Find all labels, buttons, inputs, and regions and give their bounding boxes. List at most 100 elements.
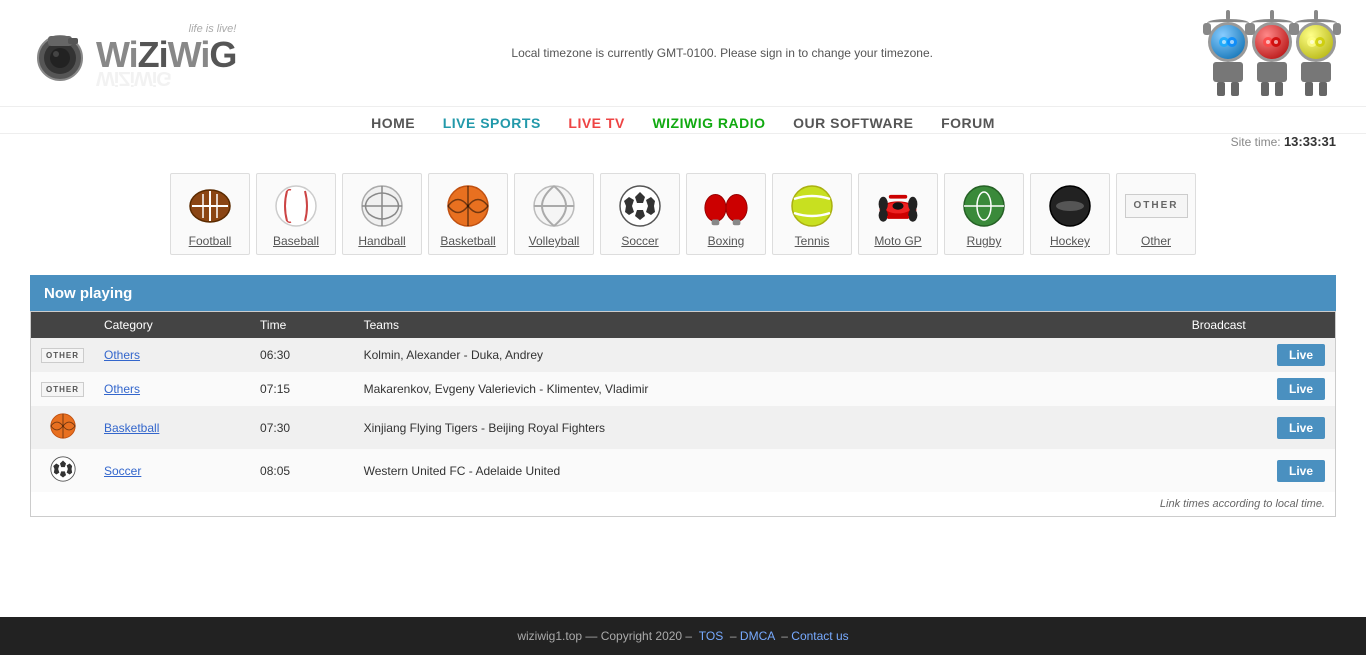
basketball-label[interactable]: Basketball [440,234,495,248]
schedule-footer-note: Link times according to local time. [31,492,1335,516]
robot-leg-right-red [1275,82,1283,96]
row-category[interactable]: Soccer [94,449,250,492]
baseball-label[interactable]: Baseball [273,234,319,248]
nav-forum[interactable]: FORUM [941,115,995,131]
sport-item-volleyball[interactable]: Volleyball [514,173,594,255]
camera-icon [30,23,90,83]
soccer-label[interactable]: Soccer [621,234,658,248]
row-broadcast[interactable]: Live [1182,449,1335,492]
nav-home[interactable]: HOME [371,115,415,131]
hockey-label[interactable]: Hockey [1050,234,1090,248]
sport-item-boxing[interactable]: Boxing [686,173,766,255]
schedule-header-row: Category Time Teams Broadcast [31,312,1335,338]
table-row: Basketball 07:30Xinjiang Flying Tigers - … [31,406,1335,449]
sport-item-motogp[interactable]: Moto GP [858,173,938,255]
football-icon [186,182,234,230]
footer: wiziwig1.top — Copyright 2020 – TOS – DM… [0,617,1366,655]
now-playing-bar: Now playing [30,275,1336,311]
tennis-icon [788,182,836,230]
schedule-tbody: OTHEROthers06:30Kolmin, Alexander - Duka… [31,338,1335,492]
logo-text-area: life is live! WiZiWiG WiZiWiG [96,23,236,83]
sport-item-hockey[interactable]: Hockey [1030,173,1110,255]
site-time-label: Site time: [1231,135,1281,149]
robot-yellow [1296,10,1336,96]
nav-live-sports[interactable]: LIVE SPORTS [443,115,541,131]
now-playing-label: Now playing [30,277,146,310]
tennis-label[interactable]: Tennis [795,234,830,248]
col-broadcast: Broadcast [1182,312,1335,338]
row-category-icon: OTHER [31,372,94,406]
header: life is live! WiZiWiG WiZiWiG Local time… [0,0,1366,106]
nav-our-software[interactable]: OUR SOFTWARE [793,115,913,131]
sport-navigation: Football Baseball Handball [0,153,1366,275]
footer-dmca[interactable]: DMCA [740,629,775,643]
headphone-ear-left-yellow [1291,23,1299,35]
robot-leg-left-red [1261,82,1269,96]
footer-tos[interactable]: TOS [699,629,723,643]
rugby-icon [960,182,1008,230]
sport-item-handball[interactable]: Handball [342,173,422,255]
nav-live-tv[interactable]: LIVE TV [568,115,624,131]
volleyball-label[interactable]: Volleyball [529,234,580,248]
site-time-bar: Site time: 13:33:31 [0,134,1366,153]
live-button[interactable]: Live [1277,460,1325,482]
handball-label[interactable]: Handball [358,234,405,248]
row-broadcast[interactable]: Live [1182,406,1335,449]
row-category-icon [31,449,94,492]
table-row: Soccer08:05Western United FC - Adelaide … [31,449,1335,492]
robot-legs-red [1261,82,1283,96]
sport-item-tennis[interactable]: Tennis [772,173,852,255]
row-teams: Western United FC - Adelaide United [354,449,1182,492]
category-link[interactable]: Basketball [104,421,159,435]
robot-leg-left [1217,82,1225,96]
robot-head-blue [1208,22,1248,62]
baseball-icon [272,182,320,230]
sport-item-soccer[interactable]: Soccer [600,173,680,255]
site-time-value: 13:33:31 [1284,134,1336,149]
row-broadcast[interactable]: Live [1182,372,1335,406]
table-row: OTHEROthers06:30Kolmin, Alexander - Duka… [31,338,1335,372]
nav-wiziwig-radio[interactable]: WIZIWIG RADIO [652,115,765,131]
row-time: 07:30 [250,406,354,449]
sport-item-baseball[interactable]: Baseball [256,173,336,255]
navigation: HOME LIVE SPORTS LIVE TV WIZIWIG RADIO O… [0,106,1366,134]
live-button[interactable]: Live [1277,378,1325,400]
row-category[interactable]: Basketball [94,406,250,449]
col-category: Category [94,312,250,338]
row-category[interactable]: Others [94,338,250,372]
live-button[interactable]: Live [1277,344,1325,366]
football-label[interactable]: Football [189,234,232,248]
headphone-ear-left [1203,23,1211,35]
motogp-label[interactable]: Moto GP [874,234,921,248]
schedule-thead: Category Time Teams Broadcast [31,312,1335,338]
robot-head-yellow [1296,22,1336,62]
sport-item-basketball[interactable]: Basketball [428,173,508,255]
other-label[interactable]: Other [1141,234,1171,248]
row-teams: Xinjiang Flying Tigers - Beijing Royal F… [354,406,1182,449]
now-playing-section: Now playing Category Time Teams Broadcas… [30,275,1336,517]
headphone-ear-right-yellow [1333,23,1341,35]
category-link[interactable]: Others [104,348,140,362]
col-category-icon [31,312,94,338]
sport-item-other[interactable]: OTHER Other [1116,173,1196,255]
boxing-icon [702,182,750,230]
live-button[interactable]: Live [1277,417,1325,439]
mascot-area [1208,10,1336,96]
sport-item-football[interactable]: Football [170,173,250,255]
robot-body-red [1257,62,1287,82]
category-link[interactable]: Others [104,382,140,396]
rugby-label[interactable]: Rugby [967,234,1002,248]
other-icon: OTHER [1132,182,1180,230]
row-category-icon: OTHER [31,338,94,372]
row-broadcast[interactable]: Live [1182,338,1335,372]
category-link[interactable]: Soccer [104,464,141,478]
robot-body [1213,62,1243,82]
boxing-label[interactable]: Boxing [708,234,745,248]
schedule-table: Category Time Teams Broadcast OTHER Other… [31,312,1335,492]
row-category[interactable]: Others [94,372,250,406]
footer-contact[interactable]: Contact us [791,629,848,643]
robot-red [1252,10,1292,96]
row-teams: Makarenkov, Evgeny Valerievich - Kliment… [354,372,1182,406]
robot-blue [1208,10,1248,96]
sport-item-rugby[interactable]: Rugby [944,173,1024,255]
